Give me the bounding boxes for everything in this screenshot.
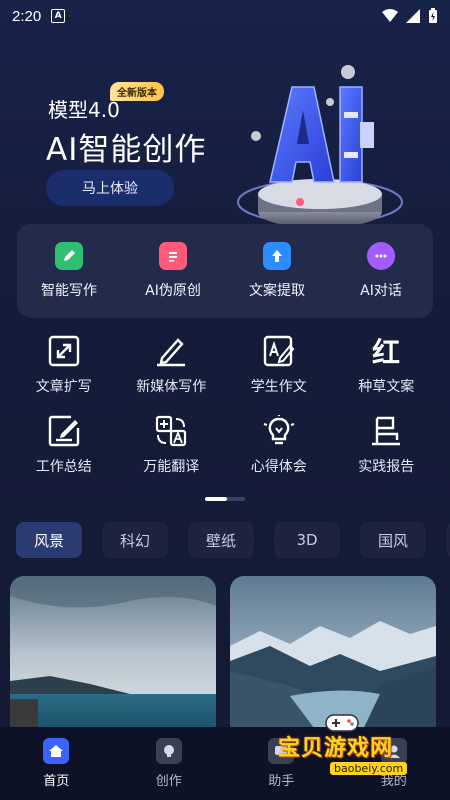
status-bar: 2:20 A	[0, 0, 450, 32]
pen-icon	[157, 338, 186, 367]
tool-seeding-copy[interactable]: 红 种草文案	[333, 334, 441, 396]
site-watermark: 宝贝游戏网 baobeiy.com	[270, 708, 445, 788]
edit-icon	[48, 415, 79, 447]
hero-title: AI智能创作	[46, 132, 207, 168]
tool-label: 工作总结	[35, 459, 92, 475]
tab-scenery[interactable]: 风景	[16, 522, 82, 558]
nav-label: 创作	[155, 774, 182, 789]
watermark-text: 宝贝游戏网	[278, 736, 394, 761]
tab-3d[interactable]: 3D	[274, 522, 340, 558]
tool-reflection[interactable]: 心得体会	[225, 414, 333, 476]
tool-label: 学生作文	[250, 379, 307, 395]
feature-label: AI伪原创	[145, 283, 201, 299]
tool-label: 种草文案	[358, 379, 415, 395]
battery-icon	[429, 8, 437, 23]
tool-label: 文章扩写	[35, 379, 92, 395]
sea-landscape-image	[10, 576, 216, 736]
translate-icon	[156, 415, 187, 447]
expand-icon	[48, 335, 79, 367]
svg-text:红: 红	[372, 336, 400, 368]
pencil-icon	[55, 242, 83, 270]
document-icon	[159, 242, 187, 270]
status-time: 2:20	[12, 7, 42, 25]
try-now-button[interactable]: 马上体验	[46, 170, 174, 206]
tab-scifi[interactable]: 科幻	[102, 522, 168, 558]
wifi-icon	[382, 9, 398, 22]
feature-label: 文案提取	[249, 283, 305, 299]
flag-icon	[372, 416, 401, 446]
essay-icon	[263, 335, 295, 367]
watermark-url: baobeiy.com	[330, 762, 408, 775]
home-icon	[43, 738, 70, 764]
tool-label: 万能翻译	[143, 459, 200, 475]
feature-text-extract[interactable]: 文案提取	[225, 224, 329, 318]
red-glyph-icon: 红	[372, 336, 400, 368]
tool-new-media[interactable]: 新媒体写作	[118, 334, 226, 396]
status-right	[382, 8, 438, 24]
tab-more[interactable]	[446, 522, 450, 558]
hero-banner[interactable]: 模型4.0 全新版本 AI智能创作 马上体验	[0, 32, 450, 228]
gallery-image[interactable]	[10, 576, 216, 736]
signal-icon	[406, 9, 420, 23]
feature-smart-writing[interactable]: 智能写作	[17, 224, 121, 318]
ai-3d-illustration	[237, 65, 403, 228]
upload-icon	[263, 242, 291, 270]
feature-label: 智能写作	[41, 283, 97, 299]
tool-practice-report[interactable]: 实践报告	[333, 414, 441, 476]
chat-icon	[367, 242, 395, 270]
category-tabs: 风景 科幻 壁纸 3D 国风	[16, 522, 450, 560]
feature-card: 智能写作 AI伪原创 文案提取 AI对话	[17, 224, 433, 318]
tool-label: 新媒体写作	[136, 379, 207, 395]
tool-article-expand[interactable]: 文章扩写	[10, 334, 118, 396]
bulb-icon	[155, 738, 182, 764]
page-indicator	[205, 497, 245, 501]
nav-create[interactable]: 创作	[113, 727, 226, 800]
app-screen: 2:20 A 模型4.0 全新版本 AI智能创作 马上体验 智能写作 AI伪原创…	[0, 0, 450, 800]
nav-label: 首页	[43, 774, 70, 789]
tool-translate[interactable]: 万能翻译	[118, 414, 226, 476]
bulb-icon	[263, 415, 295, 445]
tool-label: 实践报告	[358, 459, 415, 475]
tool-grid: 文章扩写 新媒体写作 学生作文 红 种草文案 工作总结 万能翻译 心得体会 实践	[10, 334, 440, 476]
tool-work-summary[interactable]: 工作总结	[10, 414, 118, 476]
feature-ai-chat[interactable]: AI对话	[329, 224, 433, 318]
tool-student-essay[interactable]: 学生作文	[225, 334, 333, 396]
tab-guofeng[interactable]: 国风	[360, 522, 426, 558]
feature-label: AI对话	[360, 283, 402, 299]
tab-wallpaper[interactable]: 壁纸	[188, 522, 254, 558]
tool-label: 心得体会	[250, 459, 307, 475]
a-icon: A	[51, 9, 66, 23]
page-indicator-active	[205, 497, 227, 501]
new-version-badge: 全新版本	[110, 82, 164, 101]
feature-ai-rewrite[interactable]: AI伪原创	[121, 224, 225, 318]
nav-home[interactable]: 首页	[0, 727, 113, 800]
